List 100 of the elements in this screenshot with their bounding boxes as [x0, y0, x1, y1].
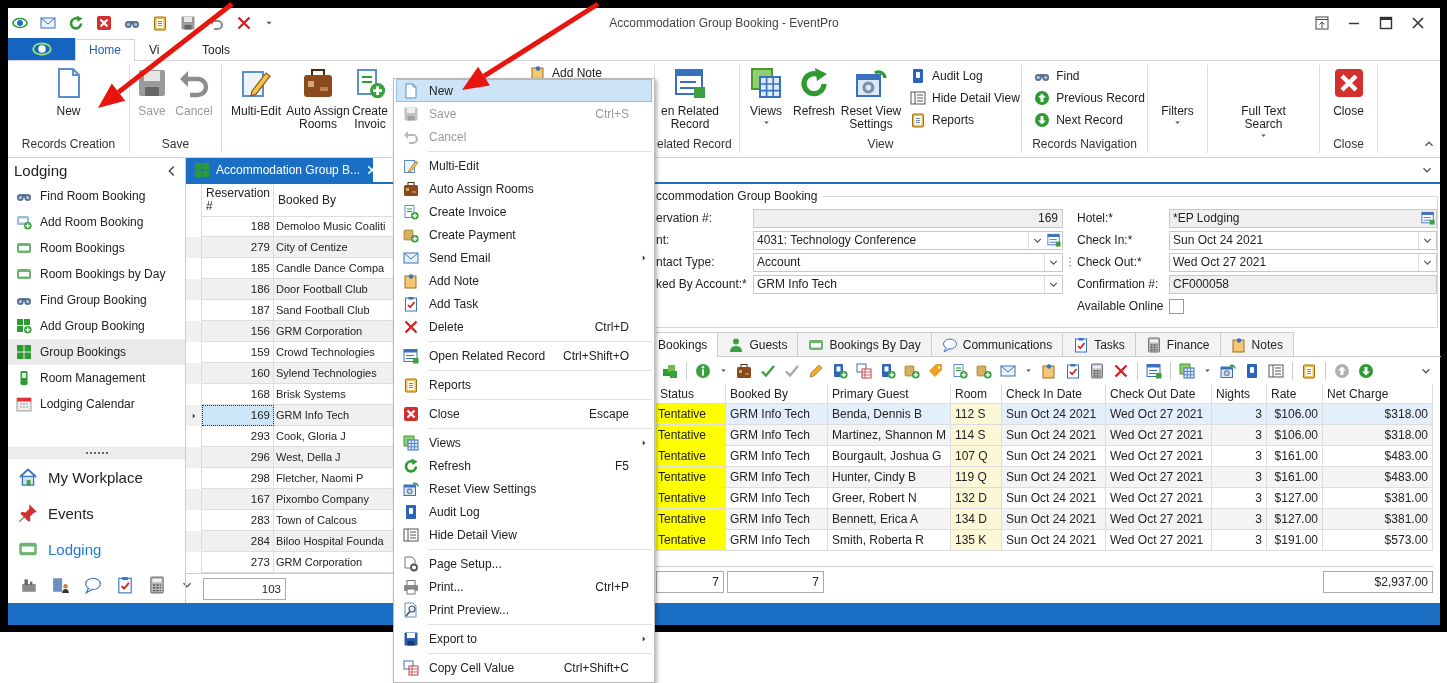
table-row[interactable]: 160 Sylend Technologies — [186, 363, 394, 384]
checkbox[interactable] — [1169, 298, 1184, 314]
menu-item[interactable]: Reports — [396, 373, 652, 396]
envelope-icon[interactable] — [1000, 362, 1016, 379]
menu-item[interactable]: Send Email — [396, 246, 652, 269]
nav-item[interactable]: Room Management — [8, 365, 185, 391]
module-item[interactable]: Events — [8, 495, 185, 531]
menu-item[interactable]: Delete Ctrl+D — [396, 315, 652, 338]
suitcase-icon[interactable] — [736, 362, 752, 379]
tab[interactable]: Bookings — [656, 332, 719, 357]
nav-item[interactable]: Add Room Booking — [8, 209, 185, 235]
ribbon-button[interactable]: Full Text Search — [1223, 65, 1304, 140]
table-row[interactable]: 169 GRM Info Tech — [186, 405, 394, 426]
menu-item[interactable]: Reset View Settings — [396, 477, 652, 500]
clipboard-icon[interactable] — [1301, 362, 1317, 379]
ribbon-button[interactable]: Filters — [1152, 65, 1203, 127]
table-row[interactable]: 167 Pixombo Company — [186, 489, 394, 510]
menu-item[interactable]: Print Preview... — [396, 598, 652, 621]
book-plus-icon[interactable] — [832, 362, 848, 379]
nav-item[interactable]: Find Room Booking — [8, 183, 185, 209]
building-person-icon[interactable] — [52, 576, 70, 594]
menu-item[interactable]: Add Task — [396, 292, 652, 315]
table-row[interactable]: Tentative GRM Info Tech Bennett, Erica A 134 D Sun Oct 24 2021 Wed Oct 27 2021 3 $127.00 $381.00 — [656, 509, 1433, 530]
table-row[interactable]: Tentative GRM Info Tech Smith, Roberta R 135 K Sun Oct 24 2021 Wed Oct 27 2021 3 $191.00 $573.00 — [656, 530, 1433, 551]
nav-item[interactable]: Lodging Calendar — [8, 391, 185, 417]
delete-icon[interactable] — [236, 15, 252, 31]
task-icon[interactable] — [1065, 362, 1081, 379]
menu-item[interactable]: Refresh F5 — [396, 454, 652, 477]
caret-icon[interactable] — [1203, 366, 1212, 375]
combo-box[interactable]: Sun Oct 24 2021 — [1169, 230, 1437, 250]
module-item[interactable]: Lodging — [8, 531, 185, 567]
delete-icon[interactable] — [1113, 362, 1129, 379]
close-icon[interactable] — [1410, 15, 1426, 31]
ribbon-button[interactable]: Auto Assign Rooms — [284, 65, 352, 131]
combo-box[interactable]: 4031: Technology Conference — [753, 230, 1063, 250]
book-icon[interactable] — [1244, 362, 1260, 379]
down-circle-icon[interactable] — [1358, 362, 1374, 379]
task-icon[interactable] — [116, 576, 134, 594]
menu-item[interactable]: Copy Cell Value Ctrl+Shift+C — [396, 656, 652, 679]
table-window-icon[interactable] — [1421, 211, 1435, 225]
calculator-icon[interactable] — [1089, 362, 1105, 379]
menu-item[interactable]: Export to — [396, 627, 652, 650]
combo-box[interactable]: Wed Oct 27 2021 — [1169, 252, 1437, 272]
table-row[interactable]: 186 Door Football Club — [186, 279, 394, 300]
machine-icon[interactable] — [20, 576, 38, 594]
menu-item[interactable]: Close Escape — [396, 402, 652, 425]
copy-tables-icon[interactable] — [856, 362, 872, 379]
column-header[interactable]: Reservation # — [202, 184, 274, 217]
ribbon-button[interactable]: Reset View Settings — [840, 65, 902, 131]
stacked-tables-icon[interactable] — [1179, 362, 1195, 379]
nav-item[interactable]: Add Group Booking — [8, 313, 185, 339]
table-row[interactable]: Tentative GRM Info Tech Martinez, Shannon M 114 S Sun Oct 24 2021 Wed Oct 27 2021 3 $106.00 $318.00 — [656, 425, 1433, 446]
table-window-icon[interactable] — [1047, 233, 1061, 247]
menu-item[interactable]: Hide Detail View — [396, 523, 652, 546]
ribbon-button[interactable]: Create Invoic — [352, 65, 388, 131]
ribbon-button[interactable]: Audit Log — [910, 65, 1020, 87]
caret-icon[interactable] — [719, 366, 728, 375]
coins-plus-icon[interactable] — [904, 362, 920, 379]
menu-item[interactable]: Audit Log — [396, 500, 652, 523]
window-gear-icon[interactable] — [1220, 362, 1236, 379]
table-row[interactable]: 296 West, Della J — [186, 447, 394, 468]
note-icon[interactable] — [1041, 362, 1057, 379]
caret-icon[interactable] — [1024, 366, 1033, 375]
menu-item[interactable]: Create Payment — [396, 223, 652, 246]
combo-box[interactable]: GRM Info Tech — [753, 274, 1063, 294]
ribbon-tab[interactable]: Vi — [135, 39, 188, 60]
menu-item[interactable]: Views — [396, 431, 652, 454]
ribbon-button[interactable]: Views — [744, 65, 788, 127]
nav-item[interactable]: Group Bookings — [8, 339, 185, 365]
clipboard-icon[interactable] — [152, 15, 168, 31]
nav-item[interactable]: Find Group Booking — [8, 287, 185, 313]
menu-item[interactable]: Create Invoice — [396, 200, 652, 223]
application-button[interactable] — [8, 38, 75, 60]
menu-item[interactable]: Auto Assign Rooms — [396, 177, 652, 200]
table-window-icon[interactable] — [1146, 362, 1162, 379]
pencil-icon[interactable] — [808, 362, 824, 379]
ribbon-button[interactable]: Refresh — [788, 65, 840, 118]
menu-item[interactable]: New — [396, 79, 652, 102]
coins-plus-icon[interactable] — [976, 362, 992, 379]
ribbon-button[interactable]: Find — [1034, 65, 1145, 87]
refresh-icon[interactable] — [68, 15, 84, 31]
ribbon-button[interactable]: Hide Detail View — [910, 87, 1020, 109]
combo-box[interactable]: Account — [753, 252, 1063, 272]
splitter-handle[interactable] — [8, 447, 185, 459]
menu-item[interactable]: Open Related Record Ctrl+Shift+O — [396, 344, 652, 367]
ribbon-button[interactable]: New — [38, 65, 99, 118]
menu-item[interactable]: Print... Ctrl+P — [396, 575, 652, 598]
tab[interactable]: Tasks — [1062, 332, 1136, 356]
envelope-icon[interactable] — [40, 15, 56, 31]
ribbon-button[interactable]: Multi-Edit — [228, 65, 284, 118]
table-row[interactable]: Tentative GRM Info Tech Benda, Dennis B 112 S Sun Oct 24 2021 Wed Oct 27 2021 3 $106.00 $318.00 — [656, 404, 1433, 425]
table-row[interactable]: 279 City of Centize — [186, 237, 394, 258]
calculator-icon[interactable] — [148, 576, 166, 594]
document-tab[interactable]: Accommodation Group B... — [186, 158, 373, 182]
menu-item[interactable]: Add Note — [396, 269, 652, 292]
menu-item[interactable]: Page Setup... — [396, 552, 652, 575]
tab[interactable]: Communications — [930, 332, 1064, 356]
maximize-icon[interactable] — [1378, 15, 1394, 31]
tab[interactable]: Bookings By Day — [797, 332, 932, 356]
ribbon-button[interactable]: Next Record — [1034, 109, 1145, 131]
